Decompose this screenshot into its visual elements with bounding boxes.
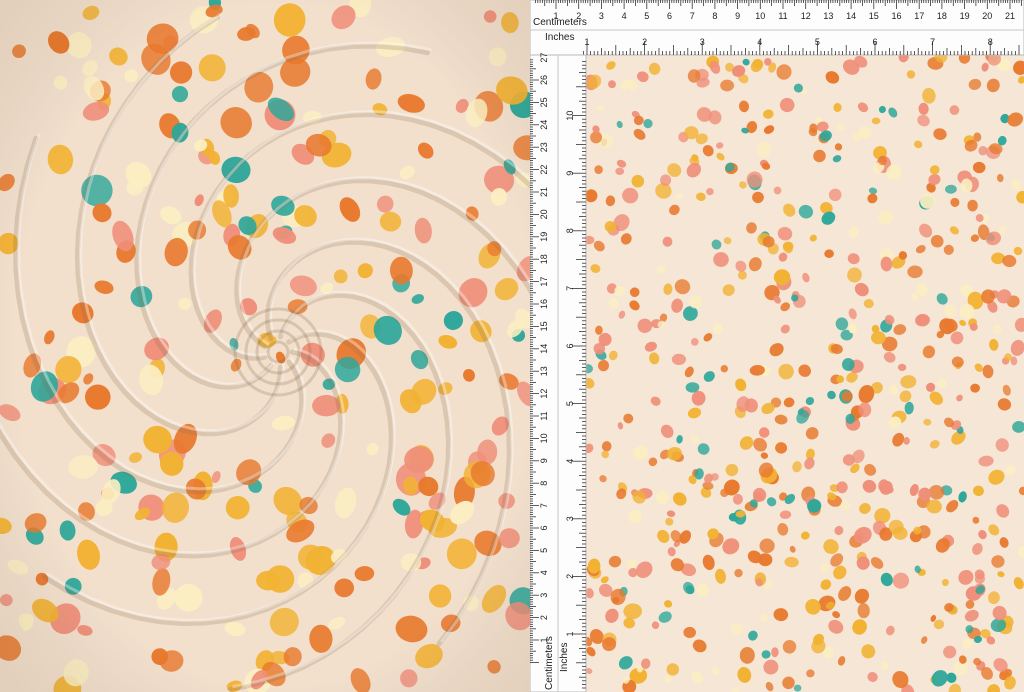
inch-tick-label: 7 [930, 37, 935, 47]
confetti-dot [738, 270, 747, 280]
cm-tick-label: 7 [690, 11, 695, 21]
cm-tick-label: 24 [539, 120, 549, 130]
flat-fabric-with-rulers: Centimeters Inches 1 2 3 4 5 6 7 8 9 10 11 12 13 14 15… [530, 0, 1024, 692]
cm-tick-label: 22 [539, 165, 549, 175]
left-ruler-inch-label: Inches [559, 643, 570, 672]
cm-tick-label: 8 [539, 481, 549, 486]
cm-tick-label: 10 [539, 433, 549, 443]
inch-tick-label: 6 [872, 37, 877, 47]
inch-tick-label: 8 [988, 37, 993, 47]
cm-tick-label: 3 [539, 593, 549, 598]
cm-tick-label: 7 [539, 503, 549, 508]
inch-tick-label: 6 [565, 343, 575, 348]
fabric-photo: Centimeters Inches 1 2 3 4 5 6 7 8 9 10 11 12 13 14 15… [0, 0, 1024, 692]
cm-tick-label: 9 [539, 458, 549, 463]
top-ruler: Centimeters Inches 1 2 3 4 5 6 7 8 9 10 11 12 13 14 15… [530, 0, 1024, 56]
cm-tick-label: 19 [539, 232, 549, 242]
cm-tick-label: 8 [712, 11, 717, 21]
cm-tick-label: 16 [891, 11, 901, 21]
cm-tick-label: 20 [982, 11, 992, 21]
inch-tick-label: 5 [565, 401, 575, 406]
inch-tick-label: 2 [565, 574, 575, 579]
cm-tick-label: 21 [539, 187, 549, 197]
cm-tick-label: 17 [914, 11, 924, 21]
inch-tick-label: 4 [565, 459, 575, 464]
cm-tick-label: 1 [553, 11, 558, 21]
confetti-dot [836, 481, 848, 494]
cm-tick-label: 9 [735, 11, 740, 21]
cm-tick-label: 1 [539, 637, 549, 642]
inch-tick-label: 7 [565, 286, 575, 291]
cm-tick-label: 6 [539, 525, 549, 530]
cm-tick-label: 15 [869, 11, 879, 21]
cm-tick-label: 12 [801, 11, 811, 21]
confetti-dot [720, 79, 734, 92]
inch-tick-label: 4 [757, 37, 762, 47]
inch-tick-label: 8 [565, 228, 575, 233]
cm-tick-label: 2 [539, 615, 549, 620]
cm-tick-label: 14 [846, 11, 856, 21]
cm-tick-label: 6 [667, 11, 672, 21]
cm-tick-label: 4 [539, 570, 549, 575]
cm-tick-label: 13 [539, 366, 549, 376]
cm-tick-label: 5 [644, 11, 649, 21]
confetti-dot [967, 199, 978, 212]
cm-tick-label: 19 [960, 11, 970, 21]
inch-tick-label: 1 [565, 631, 575, 636]
cm-tick-label: 11 [778, 11, 787, 21]
cm-tick-label: 5 [539, 548, 549, 553]
cm-tick-label: 14 [539, 344, 549, 354]
cm-tick-label: 25 [539, 97, 549, 107]
cm-tick-label: 18 [539, 254, 549, 264]
inch-tick-label: 3 [565, 516, 575, 521]
cm-tick-label: 16 [539, 299, 549, 309]
cm-tick-label: 11 [539, 411, 549, 420]
cm-tick-label: 12 [539, 389, 549, 399]
cm-tick-label: 21 [1005, 11, 1015, 21]
swirl-illustration [0, 0, 530, 692]
flat-fabric-illustration: Centimeters Inches 1 2 3 4 5 6 7 8 9 10 11 12 13 14 15… [530, 0, 1024, 692]
top-ruler-inch-label: Inches [545, 32, 574, 43]
confetti-dot [845, 413, 855, 424]
draped-fabric-swirl [0, 0, 530, 692]
inch-tick-label: 9 [565, 171, 575, 176]
inch-tick-label: 2 [642, 37, 647, 47]
cm-tick-label: 23 [539, 142, 549, 152]
inch-tick-label: 3 [700, 37, 705, 47]
cm-tick-label: 26 [539, 75, 549, 85]
cm-tick-label: 15 [539, 321, 549, 331]
left-ruler: Centimeters Inches 123456789101112131415… [530, 53, 587, 692]
cm-tick-label: 18 [937, 11, 947, 21]
confetti-dot [671, 353, 686, 365]
cm-tick-label: 2 [576, 11, 581, 21]
cm-tick-label: 17 [539, 277, 549, 287]
cm-tick-label: 10 [755, 11, 765, 21]
cm-tick-label: 27 [539, 53, 549, 63]
cm-tick-label: 3 [599, 11, 604, 21]
inch-tick-label: 5 [815, 37, 820, 47]
cm-tick-label: 4 [622, 11, 627, 21]
inch-tick-label: 10 [565, 111, 575, 121]
cm-tick-label: 13 [823, 11, 833, 21]
cm-tick-label: 20 [539, 209, 549, 219]
inch-tick-label: 1 [584, 37, 589, 47]
left-ruler-cm-label: Centimeters [544, 636, 555, 690]
